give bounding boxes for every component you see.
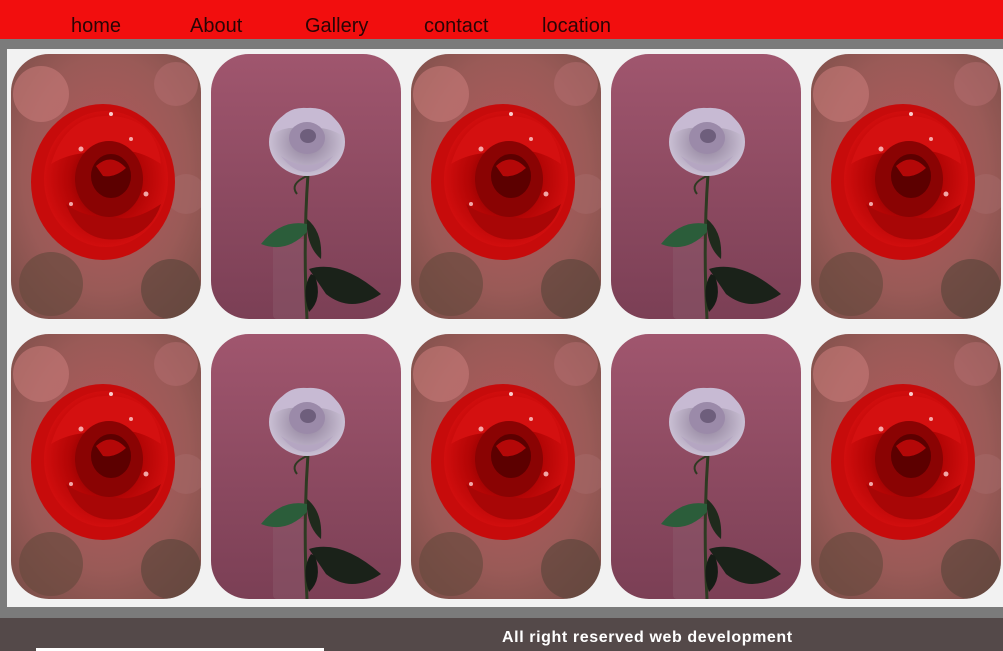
nav-link-location[interactable]: location	[542, 14, 611, 38]
gallery-grid	[7, 49, 1003, 607]
lavender-rose-photo	[611, 54, 801, 319]
footer: All right reserved web development	[0, 618, 1003, 651]
lavender-rose-photo	[211, 334, 401, 599]
red-rose-photo	[11, 334, 201, 599]
footer-copyright-text: All right reserved web development	[502, 629, 793, 646]
nav-link-gallery[interactable]: Gallery	[305, 14, 368, 38]
nav-link-contact[interactable]: contact	[424, 14, 488, 38]
lavender-rose-photo	[611, 334, 801, 599]
red-rose-photo	[11, 54, 201, 319]
nav-link-about[interactable]: About	[190, 14, 242, 38]
red-rose-photo	[411, 54, 601, 319]
red-rose-photo	[811, 334, 1001, 599]
red-rose-photo	[411, 334, 601, 599]
top-navbar: home About Gallery contact location	[0, 0, 1003, 39]
lavender-rose-photo	[211, 54, 401, 319]
nav-link-home[interactable]: home	[71, 14, 121, 38]
red-rose-photo	[811, 54, 1001, 319]
